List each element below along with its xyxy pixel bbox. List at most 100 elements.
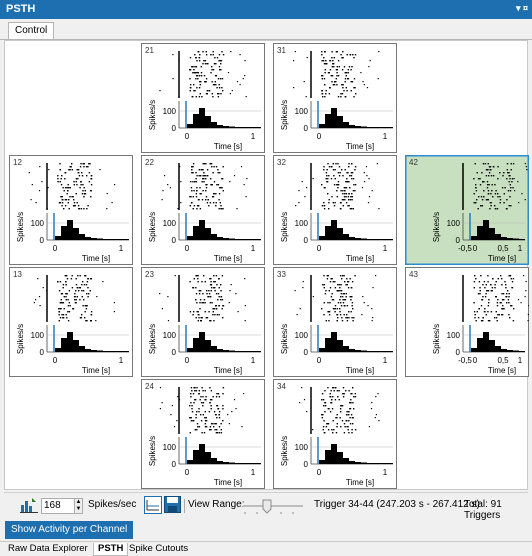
psth-cell-22[interactable]: 22 100 0 Spikes/s 0 1 Time [s] — [141, 155, 265, 265]
svg-text:1: 1 — [251, 468, 256, 477]
cell-id-label: 31 — [277, 46, 286, 55]
psth-plot: 23 100 0 Spikes/s 0 1 Time [s] — [141, 267, 265, 377]
cell-id-label: 22 — [145, 158, 154, 167]
cell-id-label: 21 — [145, 46, 154, 55]
svg-text:0: 0 — [53, 356, 58, 365]
svg-text:0,5: 0,5 — [497, 356, 509, 365]
show-activity-button[interactable]: Show Activity per Channel — [5, 521, 134, 539]
svg-text:100: 100 — [295, 219, 309, 228]
svg-text:100: 100 — [163, 331, 177, 340]
psth-cell-43[interactable]: 43 100 0 Spikes/s -0,5 0 0,5 1 Time [s] — [405, 267, 530, 377]
tab-spike-cutouts[interactable]: Spike Cutouts — [125, 543, 192, 555]
psth-plot: 31 100 0 Spikes/s 0 1 Time [s] — [273, 43, 397, 153]
psth-cell-33[interactable]: 33 100 0 Spikes/s 0 1 Time [s] — [273, 267, 397, 377]
svg-text:100: 100 — [163, 107, 177, 116]
save-icon[interactable] — [164, 496, 181, 516]
svg-text:Time [s]: Time [s] — [214, 366, 242, 375]
svg-text:0: 0 — [304, 124, 309, 133]
cell-id-label: 42 — [409, 158, 418, 167]
svg-text:100: 100 — [163, 219, 177, 228]
svg-text:0: 0 — [185, 468, 190, 477]
svg-text:0,5: 0,5 — [497, 244, 509, 253]
svg-text:1: 1 — [383, 468, 388, 477]
window-menu-icon[interactable]: ▾ ¤ — [516, 3, 528, 14]
svg-text:0: 0 — [304, 236, 309, 245]
svg-text:0: 0 — [317, 132, 322, 141]
psth-cell-34[interactable]: 34 100 0 Spikes/s 0 1 Time [s] — [273, 379, 397, 489]
tab-control[interactable]: Control — [8, 22, 55, 39]
svg-text:Time [s]: Time [s] — [214, 478, 242, 487]
svg-text:0: 0 — [473, 356, 478, 365]
svg-text:Spikes/s: Spikes/s — [148, 100, 157, 130]
svg-text:0: 0 — [185, 244, 190, 253]
cell-id-label: 32 — [277, 158, 286, 167]
psth-cell-13[interactable]: 13 100 0 Spikes/s 0 1 Time [s] — [9, 267, 133, 377]
spin-updown-icon[interactable]: ▲ ▼ — [75, 498, 83, 514]
psth-plot: 431000Spikes/s-0,5 0 0,5 1Time [s] — [405, 267, 530, 377]
tab-psth[interactable]: PSTH — [93, 543, 129, 556]
psth-grid: 21 100 0 Spikes/s 0 1 Time [s] 31 100 0 Spikes/s 0 1… — [4, 40, 530, 490]
svg-text:Time [s]: Time [s] — [346, 366, 374, 375]
tab-raw-data-explorer[interactable]: Raw Data Explorer — [4, 543, 92, 555]
svg-text:100: 100 — [31, 331, 45, 340]
svg-text:100: 100 — [447, 219, 461, 228]
svg-text:1: 1 — [383, 356, 388, 365]
cell-id-label: 23 — [145, 270, 154, 279]
toolbar-separator — [184, 499, 185, 513]
psth-cell-42[interactable]: 42 100 0 Spikes/s -0,5 0 0,5 1 Time [s] — [404, 154, 530, 266]
cell-id-label: 34 — [277, 382, 286, 391]
bottom-tabstrip: Raw Data Explorer PSTH Spike Cutouts — [0, 541, 532, 556]
svg-text:0: 0 — [304, 348, 309, 357]
svg-text:100: 100 — [295, 107, 309, 116]
svg-text:Time [s]: Time [s] — [214, 254, 242, 263]
svg-text:Spikes/s: Spikes/s — [16, 212, 25, 242]
svg-text:Spikes/s: Spikes/s — [148, 212, 157, 242]
max-rate-spinbox[interactable]: 168 — [41, 498, 75, 514]
svg-text:Spikes/s: Spikes/s — [16, 324, 25, 354]
svg-text:1: 1 — [251, 356, 256, 365]
psth-plot: 21 100 0 Spikes/s 0 1 Time [s] — [141, 43, 265, 153]
psth-cell-24[interactable]: 24 100 0 Spikes/s 0 1 Time [s] — [141, 379, 265, 489]
svg-text:1: 1 — [518, 244, 523, 253]
psth-cell-31[interactable]: 31 100 0 Spikes/s 0 1 Time [s] — [273, 43, 397, 153]
graph-icon[interactable] — [144, 496, 162, 517]
psth-plot: 22 100 0 Spikes/s 0 1 Time [s] — [141, 155, 265, 265]
svg-text:0: 0 — [172, 236, 177, 245]
bar-chart-icon[interactable] — [20, 497, 38, 516]
svg-text:0: 0 — [172, 460, 177, 469]
svg-text:0: 0 — [185, 356, 190, 365]
svg-text:0: 0 — [185, 132, 190, 141]
svg-text:1: 1 — [383, 244, 388, 253]
psth-plot: 32 100 0 Spikes/s 0 1 Time [s] — [273, 155, 397, 265]
window-titlebar: PSTH ▾ ¤ — [0, 0, 532, 19]
psth-cell-12[interactable]: 12 100 0 Spikes/s 0 1 Time [s] — [9, 155, 133, 265]
svg-text:Time [s]: Time [s] — [214, 142, 242, 151]
svg-text:Spikes/s: Spikes/s — [432, 324, 441, 354]
svg-text:0: 0 — [317, 356, 322, 365]
svg-text:1: 1 — [251, 244, 256, 253]
psth-cell-23[interactable]: 23 100 0 Spikes/s 0 1 Time [s] — [141, 267, 265, 377]
svg-text:100: 100 — [447, 331, 461, 340]
total-info: Total: 91 Triggers — [464, 499, 502, 521]
svg-text:1: 1 — [518, 356, 523, 365]
svg-text:0: 0 — [473, 244, 478, 253]
svg-text:0: 0 — [172, 348, 177, 357]
svg-text:0: 0 — [304, 460, 309, 469]
psth-cell-32[interactable]: 32 100 0 Spikes/s 0 1 Time [s] — [273, 155, 397, 265]
svg-text:-0,5: -0,5 — [458, 244, 472, 253]
svg-text:0: 0 — [317, 244, 322, 253]
psth-cell-21[interactable]: 21 100 0 Spikes/s 0 1 Time [s] — [141, 43, 265, 153]
svg-text:1: 1 — [251, 132, 256, 141]
cell-id-label: 24 — [145, 382, 154, 391]
svg-text:0: 0 — [172, 124, 177, 133]
psth-plot: 24 100 0 Spikes/s 0 1 Time [s] — [141, 379, 265, 489]
svg-text:Spikes/s: Spikes/s — [148, 324, 157, 354]
svg-text:Time [s]: Time [s] — [488, 366, 516, 375]
view-range-label: View Range: — [188, 499, 245, 510]
view-range-slider[interactable] — [241, 497, 305, 515]
svg-text:100: 100 — [163, 443, 177, 452]
svg-text:-0,5: -0,5 — [458, 356, 472, 365]
svg-text:0: 0 — [40, 236, 45, 245]
toolbar: 168 ▲ ▼ Spikes/sec View Range: Trigger 34… — [4, 492, 528, 521]
psth-plot: 421000Spikes/s-0,5 0 0,5 1Time [s] — [404, 154, 530, 266]
